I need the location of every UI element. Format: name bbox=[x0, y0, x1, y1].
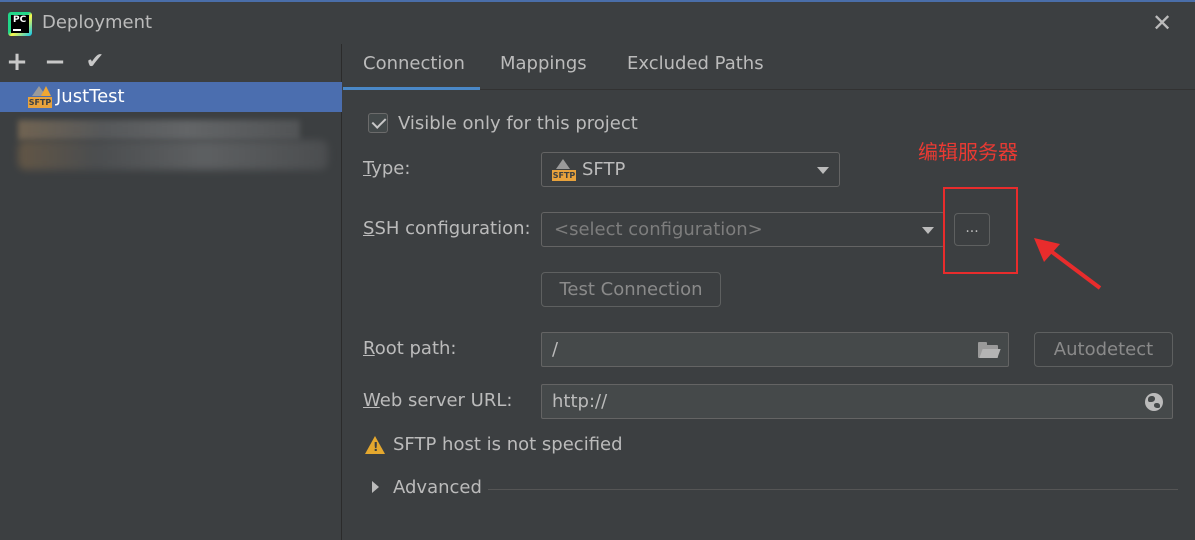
chevron-down-icon bbox=[817, 166, 829, 174]
web-server-url-label: Web server URL: bbox=[363, 390, 513, 411]
annotation-label: 编辑服务器 bbox=[918, 140, 1018, 164]
ssh-configuration-placeholder: <select configuration> bbox=[554, 219, 763, 240]
type-value: SFTP bbox=[582, 159, 626, 180]
server-list-toolbar: + − ✔ bbox=[0, 44, 342, 80]
ssh-configuration-label: SSH configuration: bbox=[363, 218, 531, 239]
tab-excluded-paths[interactable]: Excluded Paths bbox=[627, 44, 764, 90]
visible-only-checkbox[interactable] bbox=[368, 113, 388, 133]
close-icon[interactable]: ✕ bbox=[1149, 10, 1175, 36]
test-connection-button[interactable]: Test Connection bbox=[541, 272, 721, 307]
chevron-right-icon[interactable] bbox=[372, 481, 379, 493]
chevron-down-icon bbox=[922, 226, 934, 234]
warning-icon: ! bbox=[365, 436, 385, 454]
globe-icon[interactable] bbox=[1145, 393, 1163, 411]
server-list-panel: + − ✔ SFTP JustTest bbox=[0, 44, 342, 540]
advanced-divider bbox=[488, 489, 1178, 490]
type-combobox[interactable]: SFTP SFTP bbox=[541, 152, 840, 187]
window-title: Deployment bbox=[42, 12, 153, 33]
apply-checkmark-button[interactable]: ✔ bbox=[82, 48, 108, 76]
web-server-url-input[interactable]: http:// bbox=[541, 384, 1173, 419]
root-path-label: Root path: bbox=[363, 338, 457, 359]
folder-icon[interactable] bbox=[978, 342, 1001, 358]
title-bar: PC Deployment ✕ bbox=[0, 0, 1195, 44]
blurred-server-item[interactable] bbox=[18, 120, 300, 140]
root-path-value: / bbox=[552, 339, 559, 360]
type-label: Type: bbox=[363, 158, 411, 179]
blurred-server-item[interactable] bbox=[18, 140, 328, 170]
pycharm-app-icon: PC bbox=[8, 12, 32, 36]
server-list-item-justtest[interactable]: SFTP JustTest bbox=[0, 82, 342, 112]
sftp-icon: SFTP bbox=[552, 159, 576, 181]
remove-server-button[interactable]: − bbox=[42, 48, 68, 76]
add-server-button[interactable]: + bbox=[4, 48, 30, 76]
tab-mappings[interactable]: Mappings bbox=[500, 44, 587, 90]
root-path-input[interactable]: / bbox=[541, 332, 1009, 367]
web-server-url-value: http:// bbox=[552, 391, 608, 412]
advanced-section-toggle[interactable]: Advanced bbox=[393, 477, 482, 498]
settings-tabs: Connection Mappings Excluded Paths bbox=[343, 44, 1195, 90]
visible-only-label: Visible only for this project bbox=[398, 113, 638, 134]
tab-connection[interactable]: Connection bbox=[343, 44, 480, 90]
sftp-warning-icon: SFTP bbox=[28, 86, 52, 108]
ssh-configuration-combobox[interactable]: <select configuration> bbox=[541, 212, 945, 247]
server-name: JustTest bbox=[56, 86, 125, 107]
autodetect-button[interactable]: Autodetect bbox=[1034, 332, 1173, 367]
warning-message: SFTP host is not specified bbox=[393, 434, 623, 455]
annotation-highlight-box bbox=[943, 187, 1018, 274]
annotation-arrow-icon bbox=[1034, 238, 1102, 290]
